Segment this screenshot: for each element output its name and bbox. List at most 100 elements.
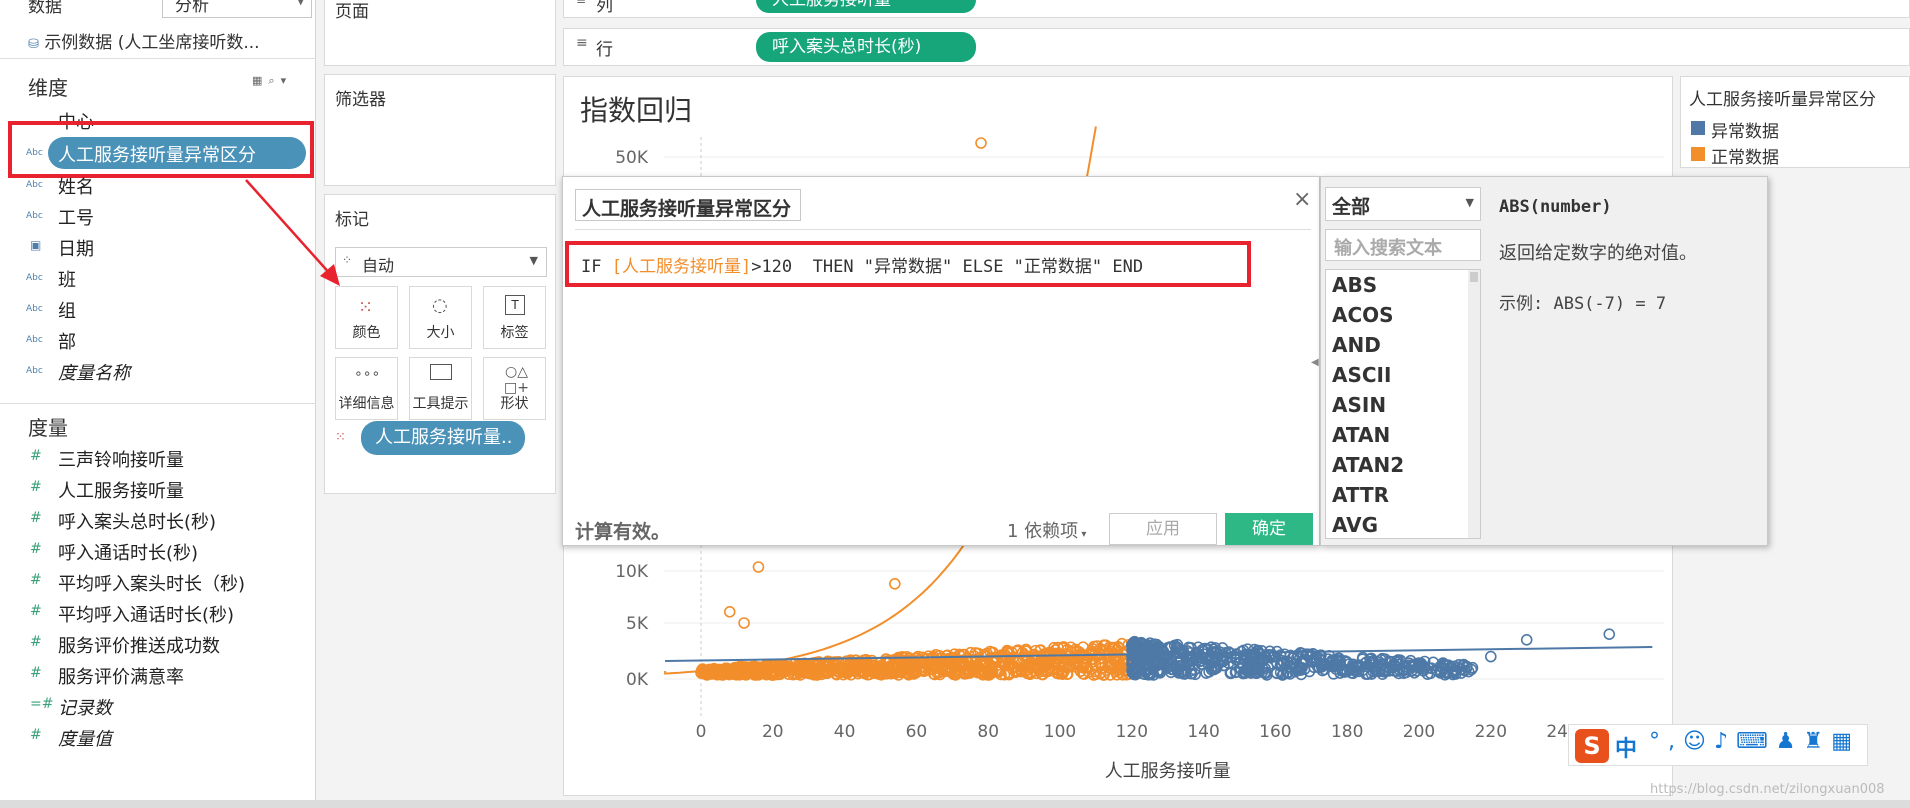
outlier-point[interactable] (889, 577, 901, 590)
close-icon[interactable]: × (1293, 187, 1311, 212)
measure-field[interactable]: 平均呼入通话时长(秒) (58, 601, 234, 627)
dimension-field[interactable]: 日期 (58, 235, 94, 261)
mic-icon[interactable]: ♪ (1714, 729, 1736, 754)
chevron-down-icon[interactable]: ▾ (281, 74, 293, 87)
ime-lang[interactable]: 中 (1615, 731, 1637, 763)
columns-pill[interactable]: 人工服务接听量 (756, 0, 976, 13)
legend-item[interactable]: 异常数据 (1711, 117, 1779, 142)
pages-title: 页面 (335, 2, 369, 22)
grid-icon[interactable]: ▦ (252, 74, 268, 87)
formula-rest: >120 THEN "异常数据" ELSE "正常数据" END (751, 257, 1144, 277)
keyboard-icon[interactable]: ⌨ (1736, 729, 1776, 754)
calc-name-input[interactable]: 人工服务接听量异常区分 (575, 189, 801, 221)
apply-button[interactable]: 应用 (1109, 513, 1217, 545)
abc-icon: Abc (26, 335, 43, 345)
function-item[interactable]: ATTR (1326, 480, 1480, 510)
dimension-field[interactable]: 度量名称 (58, 359, 130, 385)
legend-swatch (1691, 121, 1705, 135)
tab-data[interactable]: 数据 (28, 0, 62, 17)
dimension-field[interactable]: 姓名 (58, 173, 94, 199)
color-field-pill[interactable]: 人工服务接听量.. (361, 421, 525, 455)
skin-icon[interactable]: ♜ (1803, 729, 1831, 754)
detail-button[interactable]: ∘∘∘ 详细信息 (335, 357, 398, 420)
tab-analysis: 分析 (175, 0, 209, 16)
measure-field[interactable]: 三声铃响接听量 (58, 446, 184, 472)
mark-type-select[interactable]: ⁘ 自动 ▼ (335, 247, 547, 277)
category-select[interactable]: 全部 ▼ (1325, 187, 1481, 221)
function-search-input[interactable]: 输入搜索文本 (1325, 229, 1481, 261)
x-tick-label: 140 (1187, 722, 1219, 742)
measure-field[interactable]: 记录数 (58, 694, 112, 720)
search-icon[interactable]: ⌕ (268, 74, 280, 87)
dimension-field[interactable]: 组 (58, 297, 76, 323)
datasource-item[interactable]: ⛁ 示例数据 (人工坐席接听数... (28, 28, 260, 53)
columns-shelf[interactable]: ≡ 列 人工服务接听量 (563, 0, 1910, 18)
analysis-tab-box[interactable]: 分析 ▼ (162, 0, 312, 18)
measure-icon: # (30, 541, 42, 557)
pages-card[interactable]: 页面 (324, 0, 556, 66)
rows-pill[interactable]: 呼入案头总时长(秒) (756, 32, 976, 62)
function-item[interactable]: ASIN (1326, 390, 1480, 420)
color-legend[interactable]: 人工服务接听量异常区分 异常数据 正常数据 (1680, 76, 1910, 168)
function-item[interactable]: ACOS (1326, 300, 1480, 330)
mark-type-label: 自动 (362, 256, 395, 275)
formula-editor[interactable]: IF [人工服务接听量]>120 THEN "异常数据" ELSE "正常数据"… (581, 252, 1143, 277)
dimension-field[interactable]: 班 (58, 266, 76, 292)
user-icon[interactable]: ♟ (1776, 729, 1804, 754)
measure-field[interactable]: 呼入通话时长(秒) (58, 539, 198, 565)
legend-item[interactable]: 正常数据 (1711, 143, 1779, 168)
color-label: 颜色 (352, 325, 381, 341)
outlier-point[interactable] (1603, 628, 1616, 641)
dependencies-label: 1 依赖项 (1007, 521, 1079, 542)
tooltip-button[interactable]: 工具提示 (409, 357, 472, 420)
dimension-field[interactable]: 部 (58, 328, 76, 354)
scrollbar[interactable] (1468, 270, 1480, 538)
outlier-point[interactable] (1484, 650, 1497, 663)
measure-field[interactable]: 平均呼入案头时长（秒) (58, 570, 245, 596)
emoji-icon[interactable]: ☺ (1683, 729, 1714, 754)
function-list[interactable]: ABS ACOS AND ASCII ASIN ATAN ATAN2 ATTR … (1325, 269, 1481, 539)
grid-icon[interactable]: ▦ (1831, 729, 1860, 754)
measure-field[interactable]: 人工服务接听量 (58, 477, 184, 503)
function-example: 示例: ABS(-7) = 7 (1499, 294, 1667, 314)
outlier-point[interactable] (1520, 633, 1533, 646)
ime-tools[interactable]: °,☺♪⌨♟♜▦ (1649, 729, 1860, 754)
outlier-point[interactable] (975, 137, 987, 149)
highlight-box (8, 121, 314, 178)
detail-icon: ∘∘∘ (354, 366, 381, 382)
function-item[interactable]: ATAN2 (1326, 450, 1480, 480)
rows-shelf[interactable]: ≡ 行 呼入案头总时长(秒) (563, 28, 1910, 66)
measure-field[interactable]: 呼入案头总时长(秒) (58, 508, 216, 534)
y-tick-label: 50K (615, 148, 649, 168)
function-item[interactable]: ATAN (1326, 420, 1480, 450)
dimension-field[interactable]: 工号 (58, 204, 94, 230)
measure-field[interactable]: 服务评价满意率 (58, 663, 184, 689)
shape-label: 形状 (500, 396, 529, 412)
function-item[interactable]: AND (1326, 330, 1480, 360)
punct-icon[interactable]: °, (1649, 729, 1683, 754)
chevron-down-icon: ▼ (1465, 196, 1474, 209)
dependencies-dropdown[interactable]: 1 依赖项 ▾ (1007, 517, 1086, 543)
collapse-arrow-icon[interactable]: ◀ (1311, 357, 1319, 368)
x-tick-label: 80 (977, 722, 999, 742)
function-item[interactable]: ABS (1326, 270, 1480, 300)
measure-field[interactable]: 度量值 (58, 725, 112, 751)
label-button[interactable]: T 标签 (483, 286, 546, 349)
formula-field-ref: [人工服务接听量] (611, 257, 752, 277)
function-item[interactable]: AVG (1326, 510, 1480, 538)
tooltip-label: 工具提示 (412, 396, 469, 412)
x-tick-label: 40 (834, 722, 856, 742)
shape-button[interactable]: ○△ □+ 形状 (483, 357, 546, 420)
scrollbar-thumb[interactable] (1470, 272, 1478, 282)
ok-button[interactable]: 确定 (1225, 513, 1313, 545)
function-item[interactable]: ASCII (1326, 360, 1480, 390)
measure-field[interactable]: 服务评价推送成功数 (58, 632, 220, 658)
ime-toolbar[interactable]: S 中 °,☺♪⌨♟♜▦ (1568, 724, 1868, 766)
pane-tools[interactable]: ▦⌕▾ (252, 74, 292, 88)
size-button[interactable]: ◌ 大小 (409, 286, 472, 349)
filters-card[interactable]: 筛选器 (324, 74, 556, 186)
detail-label: 详细信息 (338, 396, 395, 412)
outlier-point[interactable] (723, 605, 736, 618)
category-label: 全部 (1332, 196, 1371, 218)
calendar-icon: ▣ (30, 238, 42, 252)
